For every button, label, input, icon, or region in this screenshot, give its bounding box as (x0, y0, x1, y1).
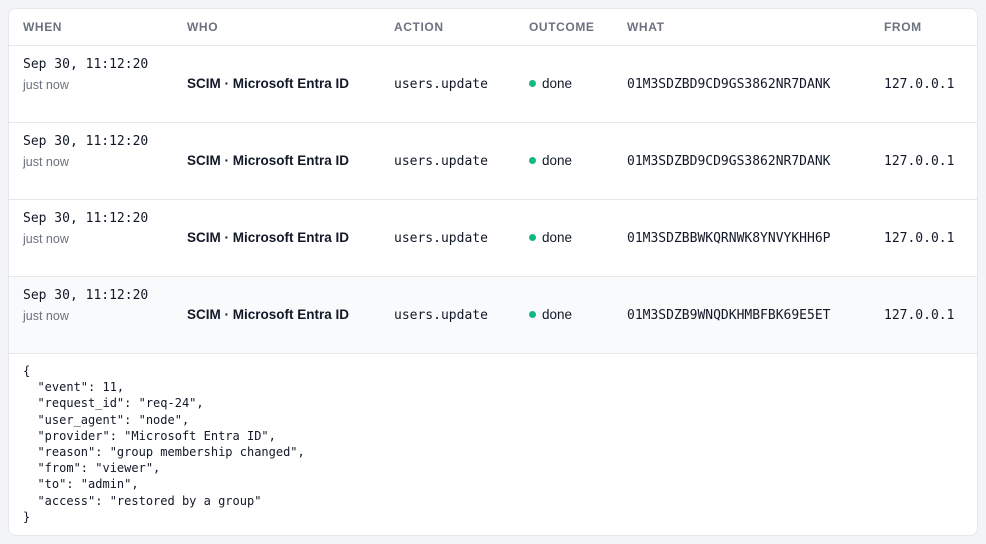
action: users.update (394, 308, 488, 323)
event-time: Sep 30, 11:12:20 (23, 211, 149, 226)
source-ip: 127.0.0.1 (884, 77, 955, 92)
outcome-label: done (542, 230, 573, 245)
actor: SCIM · Microsoft Entra ID (187, 153, 350, 168)
actor: SCIM · Microsoft Entra ID (187, 307, 350, 322)
action: users.update (394, 77, 488, 92)
column-header-who[interactable]: WHO (187, 9, 218, 45)
status-dot-icon (529, 157, 536, 164)
outcome-label: done (542, 153, 573, 168)
event-time: Sep 30, 11:12:20 (23, 288, 149, 303)
action: users.update (394, 154, 488, 169)
target-id: 01M3SDZBD9CD9GS3862NR7DANK (627, 77, 831, 92)
table-row[interactable]: Sep 30, 11:12:20 just now SCIM · Microso… (9, 123, 977, 200)
event-detail-json: { "event": 11, "request_id": "req-24", "… (23, 364, 305, 524)
column-header-from[interactable]: FROM (884, 9, 922, 45)
target-id: 01M3SDZBD9CD9GS3862NR7DANK (627, 154, 831, 169)
status-dot-icon (529, 311, 536, 318)
table-row[interactable]: Sep 30, 11:12:20 just now SCIM · Microso… (9, 46, 977, 123)
column-header-outcome[interactable]: OUTCOME (529, 9, 595, 45)
outcome-status: done (529, 230, 572, 245)
target-id: 01M3SDZBBWKQRNWK8YNVYKHH6P (627, 231, 831, 246)
source-ip: 127.0.0.1 (884, 154, 955, 169)
event-relative-time: just now (23, 309, 69, 323)
column-header-when[interactable]: WHEN (23, 9, 62, 45)
table-row[interactable]: Sep 30, 11:12:20 just now SCIM · Microso… (9, 200, 977, 277)
event-time: Sep 30, 11:12:20 (23, 57, 149, 72)
target-id: 01M3SDZB9WNQDKHMBFBK69E5ET (627, 308, 831, 323)
outcome-status: done (529, 153, 572, 168)
outcome-status: done (529, 76, 572, 91)
event-time: Sep 30, 11:12:20 (23, 134, 149, 149)
status-dot-icon (529, 234, 536, 241)
source-ip: 127.0.0.1 (884, 308, 955, 323)
actor: SCIM · Microsoft Entra ID (187, 76, 350, 91)
outcome-status: done (529, 307, 572, 322)
outcome-label: done (542, 307, 573, 322)
event-detail-panel: { "event": 11, "request_id": "req-24", "… (9, 354, 977, 535)
audit-log-panel: WHEN WHO ACTION OUTCOME WHAT FROM Sep 30… (8, 8, 978, 536)
table-row-expanded[interactable]: Sep 30, 11:12:20 just now SCIM · Microso… (9, 277, 977, 354)
event-relative-time: just now (23, 155, 69, 169)
table-header: WHEN WHO ACTION OUTCOME WHAT FROM (9, 9, 977, 46)
event-relative-time: just now (23, 232, 69, 246)
status-dot-icon (529, 80, 536, 87)
action: users.update (394, 231, 488, 246)
source-ip: 127.0.0.1 (884, 231, 955, 246)
column-header-action[interactable]: ACTION (394, 9, 444, 45)
outcome-label: done (542, 76, 573, 91)
column-header-what[interactable]: WHAT (627, 9, 665, 45)
actor: SCIM · Microsoft Entra ID (187, 230, 350, 245)
event-relative-time: just now (23, 78, 69, 92)
